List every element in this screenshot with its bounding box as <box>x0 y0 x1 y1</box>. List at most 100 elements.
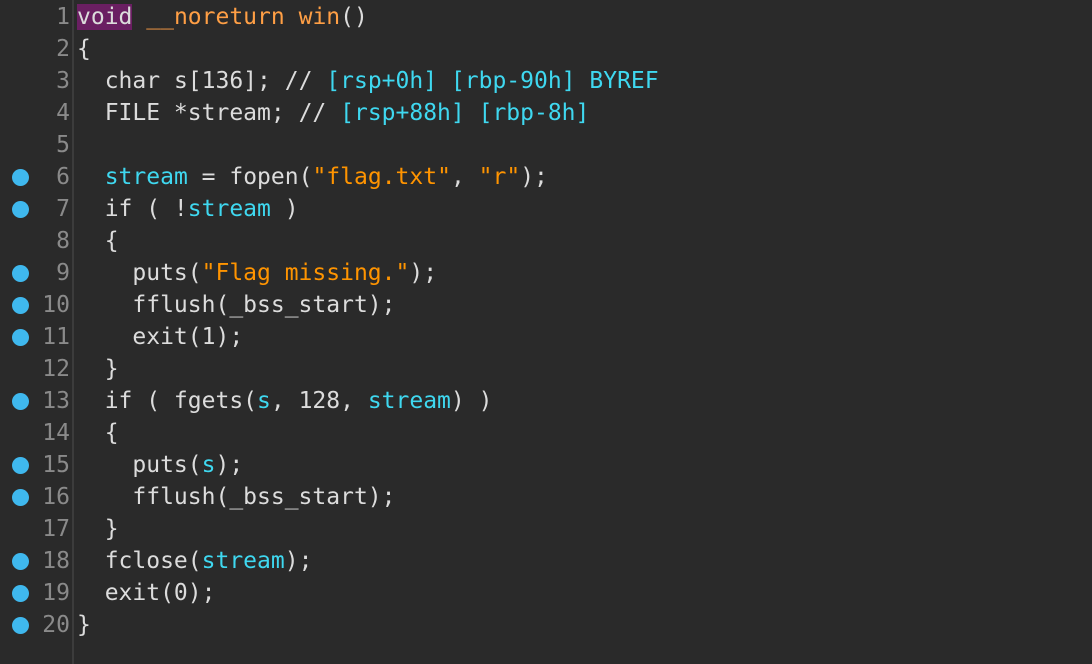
breakpoint-dot-icon[interactable] <box>12 393 29 410</box>
code-text[interactable]: } <box>77 353 119 385</box>
code-line[interactable]: 13 if ( fgets(s, 128, stream) ) <box>0 385 1092 417</box>
code-token: ); <box>409 260 438 286</box>
code-text[interactable]: exit(1); <box>77 321 243 353</box>
code-line[interactable]: 15 puts(s); <box>0 449 1092 481</box>
code-line[interactable]: 20} <box>0 609 1092 641</box>
code-text[interactable]: if ( !stream ) <box>77 193 299 225</box>
code-text[interactable]: { <box>77 225 119 257</box>
code-token: exit(1); <box>77 324 244 350</box>
line-number: 8 <box>56 228 70 254</box>
line-number: 19 <box>42 580 70 606</box>
code-token: ); <box>215 452 244 478</box>
code-token: } <box>77 516 119 542</box>
code-token: stream <box>187 196 271 222</box>
code-text[interactable]: void __noreturn win() <box>77 1 368 33</box>
code-token: if ( fgets( <box>77 388 258 414</box>
code-line[interactable]: 3 char s[136]; // [rsp+0h] [rbp-90h] BYR… <box>0 65 1092 97</box>
code-text[interactable]: fflush(_bss_start); <box>77 481 395 513</box>
code-line[interactable]: 11 exit(1); <box>0 321 1092 353</box>
breakpoint-dot-icon[interactable] <box>12 265 29 282</box>
code-token: fopen <box>229 164 299 190</box>
line-number: 3 <box>56 68 70 94</box>
code-token: void <box>77 4 133 30</box>
code-text[interactable]: puts("Flag missing."); <box>77 257 437 289</box>
code-token: ( <box>298 164 313 190</box>
code-token: { <box>77 36 91 62</box>
code-token: { <box>77 420 119 446</box>
line-number: 6 <box>56 164 70 190</box>
code-line[interactable]: 12 } <box>0 353 1092 385</box>
code-token: [rsp+0h] [rbp-90h] BYREF <box>326 68 659 94</box>
code-token: exit(0); <box>77 580 216 606</box>
code-token: fflush(_bss_start); <box>77 292 396 318</box>
line-number: 7 <box>56 196 70 222</box>
code-token: stream <box>201 548 285 574</box>
breakpoint-dot-icon[interactable] <box>12 457 29 474</box>
code-line[interactable]: 17 } <box>0 513 1092 545</box>
code-token: } <box>77 356 119 382</box>
code-text[interactable]: } <box>77 609 91 641</box>
code-line[interactable]: 6 stream = fopen("flag.txt", "r"); <box>0 161 1092 193</box>
code-line[interactable]: 1 void __noreturn win() <box>0 1 1092 33</box>
breakpoint-dot-icon[interactable] <box>12 617 29 634</box>
code-text[interactable]: fclose(stream); <box>77 545 313 577</box>
breakpoint-dot-icon[interactable] <box>12 585 29 602</box>
code-text[interactable]: exit(0); <box>77 577 216 609</box>
code-line[interactable]: 4 FILE *stream; // [rsp+88h] [rbp-8h] <box>0 97 1092 129</box>
code-line[interactable]: 9 puts("Flag missing."); <box>0 257 1092 289</box>
code-line[interactable]: 7 if ( !stream ) <box>0 193 1092 225</box>
code-token: ) <box>270 196 299 222</box>
code-token: s <box>257 388 271 414</box>
code-token: } <box>77 612 91 638</box>
breakpoint-dot-icon[interactable] <box>12 201 29 218</box>
code-text[interactable]: } <box>77 513 119 545</box>
code-token: FILE * <box>77 100 188 126</box>
line-number: 15 <box>42 452 70 478</box>
code-token: s <box>173 68 188 94</box>
line-number: 10 <box>42 292 70 318</box>
code-line[interactable]: 2{ <box>0 33 1092 65</box>
code-token: "r" <box>478 164 521 190</box>
code-line[interactable]: 18 fclose(stream); <box>0 545 1092 577</box>
code-token: s <box>201 452 216 478</box>
code-line[interactable]: 10 fflush(_bss_start); <box>0 289 1092 321</box>
code-token: ; // <box>270 100 341 126</box>
code-text[interactable]: puts(s); <box>77 449 243 481</box>
code-token: ) ) <box>450 388 493 414</box>
code-line[interactable]: 19 exit(0); <box>0 577 1092 609</box>
code-text[interactable]: { <box>77 33 91 65</box>
code-line[interactable]: 8 { <box>0 225 1092 257</box>
breakpoint-dot-icon[interactable] <box>12 553 29 570</box>
line-number: 9 <box>56 260 70 286</box>
code-token: { <box>77 228 119 254</box>
line-number: 5 <box>56 132 70 158</box>
code-text[interactable]: FILE *stream; // [rsp+88h] [rbp-8h] <box>77 97 590 129</box>
code-line[interactable]: 14 { <box>0 417 1092 449</box>
pseudocode-editor[interactable]: 1 void __noreturn win() 2{3 char s[136]; /… <box>0 0 1092 664</box>
code-token: , 128, <box>270 388 368 414</box>
code-line[interactable]: 16 fflush(_bss_start); <box>0 481 1092 513</box>
code-text[interactable]: stream = fopen("flag.txt", "r"); <box>77 161 548 193</box>
code-text[interactable]: { <box>77 417 119 449</box>
line-number: 14 <box>42 420 70 446</box>
code-token: char <box>77 68 174 94</box>
line-number: 4 <box>56 100 70 126</box>
breakpoint-dot-icon[interactable] <box>12 169 29 186</box>
line-number: 17 <box>42 516 70 542</box>
code-token: () <box>340 4 368 30</box>
breakpoint-dot-icon[interactable] <box>12 489 29 506</box>
code-text[interactable]: fflush(_bss_start); <box>77 289 396 321</box>
code-token: puts( <box>77 452 202 478</box>
line-number: 12 <box>42 356 70 382</box>
breakpoint-dot-icon[interactable] <box>12 297 29 314</box>
code-text[interactable]: if ( fgets(s, 128, stream) ) <box>77 385 493 417</box>
code-line[interactable]: 5 <box>0 129 1092 161</box>
code-token: [136]; // <box>187 68 327 94</box>
code-text[interactable]: char s[136]; // [rsp+0h] [rbp-90h] BYREF <box>77 65 659 97</box>
line-number: 20 <box>42 612 70 638</box>
line-number: 16 <box>42 484 70 510</box>
breakpoint-dot-icon[interactable] <box>12 329 29 346</box>
